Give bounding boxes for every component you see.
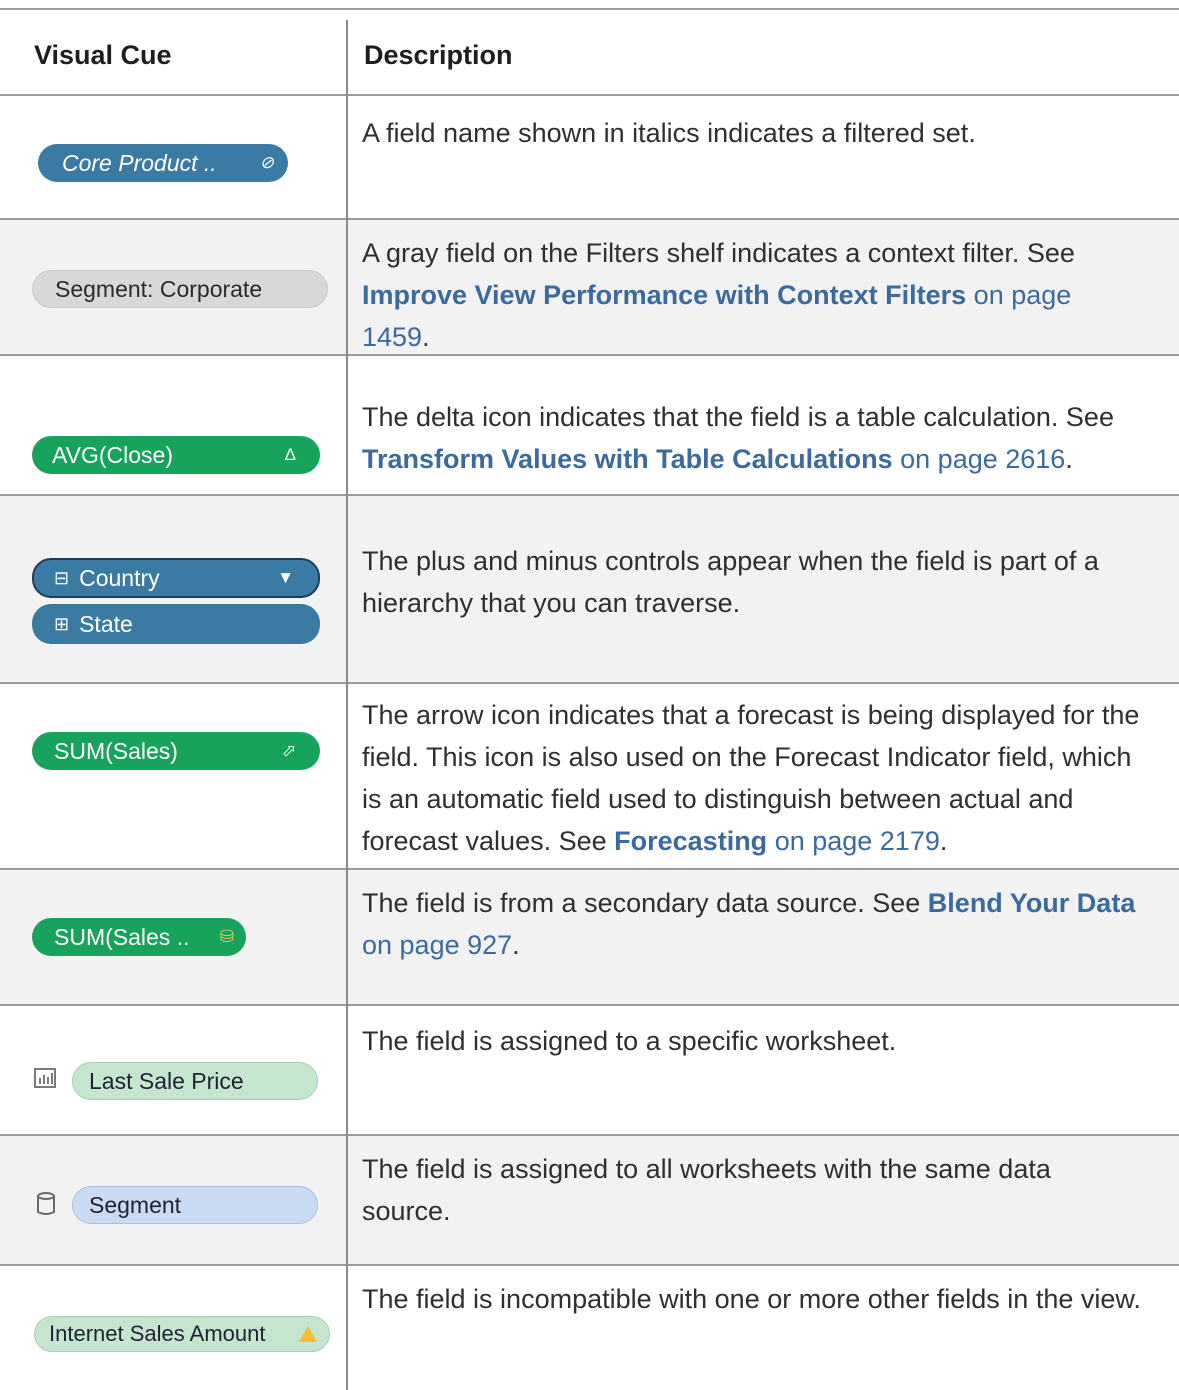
table-row: ⊟ Country ▼ ⊞ State The plus and minus c… <box>0 496 1179 684</box>
datasource-icon <box>36 1192 56 1222</box>
row-description: A gray field on the Filters shelf indica… <box>362 232 1142 358</box>
desc-punct: . <box>422 322 430 352</box>
forecast-arrow-icon: ⬀ <box>281 741 296 760</box>
secondary-source-pill: SUM(Sales .. ⛁ <box>32 918 246 956</box>
pill-label: SUM(Sales) <box>54 737 178 764</box>
pill-label: State <box>79 610 133 637</box>
delta-icon: Δ <box>284 445 296 464</box>
column-divider <box>346 20 348 1390</box>
context-filter-pill: Segment: Corporate <box>32 270 328 308</box>
table-header-row: Visual Cue Description <box>0 10 1179 96</box>
table-row: Internet Sales Amount The field is incom… <box>0 1266 1179 1390</box>
forecast-pill: SUM(Sales) ⬀ <box>32 732 320 770</box>
header-visual-cue: Visual Cue <box>34 40 172 70</box>
link-context-filters[interactable]: Improve View Performance with Context Fi… <box>362 280 966 310</box>
table-calc-pill: AVG(Close) Δ <box>32 436 320 474</box>
link-page-ref[interactable]: on page 927 <box>362 930 512 960</box>
pill-label: Core Product .. <box>62 149 217 176</box>
hierarchy-pill-country: ⊟ Country ▼ <box>32 558 320 598</box>
worksheet-icon <box>34 1068 56 1094</box>
warning-icon <box>299 1326 317 1342</box>
pill-label: SUM(Sales .. <box>54 923 190 950</box>
desc-punct: . <box>1065 444 1073 474</box>
row-description: The field is from a secondary data sourc… <box>362 882 1142 966</box>
expand-icon[interactable]: ⊞ <box>54 614 69 635</box>
secondary-source-icon: ⛁ <box>219 927 234 946</box>
filter-set-icon: ⊘ <box>259 153 274 172</box>
row-description: The arrow icon indicates that a forecast… <box>362 694 1142 862</box>
table-row: Core Product .. ⊘ A field name shown in … <box>0 96 1179 220</box>
row-description: The field is incompatible with one or mo… <box>362 1284 1141 1314</box>
table-row: Segment: Corporate A gray field on the F… <box>0 220 1179 356</box>
desc-text: The delta icon indicates that the field … <box>362 402 1114 432</box>
collapse-icon[interactable]: ⊟ <box>54 568 69 589</box>
row-description: The delta icon indicates that the field … <box>362 396 1142 480</box>
link-blend-data[interactable]: Blend Your Data <box>928 888 1136 918</box>
incompatible-field-pill: Internet Sales Amount <box>34 1316 330 1352</box>
worksheet-field-pill: Last Sale Price <box>72 1062 318 1100</box>
row-description: The field is assigned to all worksheets … <box>362 1154 1051 1226</box>
desc-punct: . <box>512 930 520 960</box>
row-description: The field is assigned to a specific work… <box>362 1026 897 1056</box>
filtered-field-pill: Core Product .. ⊘ <box>38 144 288 182</box>
datasource-field-pill: Segment <box>72 1186 318 1224</box>
row-description: The plus and minus controls appear when … <box>362 546 1099 618</box>
pill-label: Last Sale Price <box>89 1067 244 1094</box>
table-row: SUM(Sales .. ⛁ The field is from a secon… <box>0 870 1179 1006</box>
pill-label: AVG(Close) <box>52 441 173 468</box>
row-description: A field name shown in italics indicates … <box>362 118 976 148</box>
pill-label: Internet Sales Amount <box>49 1321 266 1346</box>
link-table-calculations[interactable]: Transform Values with Table Calculations <box>362 444 893 474</box>
desc-text: A gray field on the Filters shelf indica… <box>362 238 1075 268</box>
dropdown-icon[interactable]: ▼ <box>277 568 294 588</box>
desc-punct: . <box>939 826 948 856</box>
pill-label: Country <box>79 564 160 591</box>
table-row: Segment The field is assigned to all wor… <box>0 1136 1179 1266</box>
pill-label: Segment: Corporate <box>55 275 263 302</box>
hierarchy-pill-state: ⊞ State <box>32 604 320 644</box>
table-row: SUM(Sales) ⬀ The arrow icon indicates th… <box>0 684 1179 870</box>
link-forecasting[interactable]: Forecasting <box>614 826 767 856</box>
link-page-ref[interactable]: on page 2179 <box>767 826 940 856</box>
header-description: Description <box>364 40 513 70</box>
desc-text: The field is from a secondary data sourc… <box>362 888 928 918</box>
table-row: AVG(Close) Δ The delta icon indicates th… <box>0 356 1179 496</box>
link-page-ref[interactable]: on page 2616 <box>893 444 1065 474</box>
table-row: Last Sale Price The field is assigned to… <box>0 1006 1179 1136</box>
pill-label: Segment <box>89 1191 182 1218</box>
